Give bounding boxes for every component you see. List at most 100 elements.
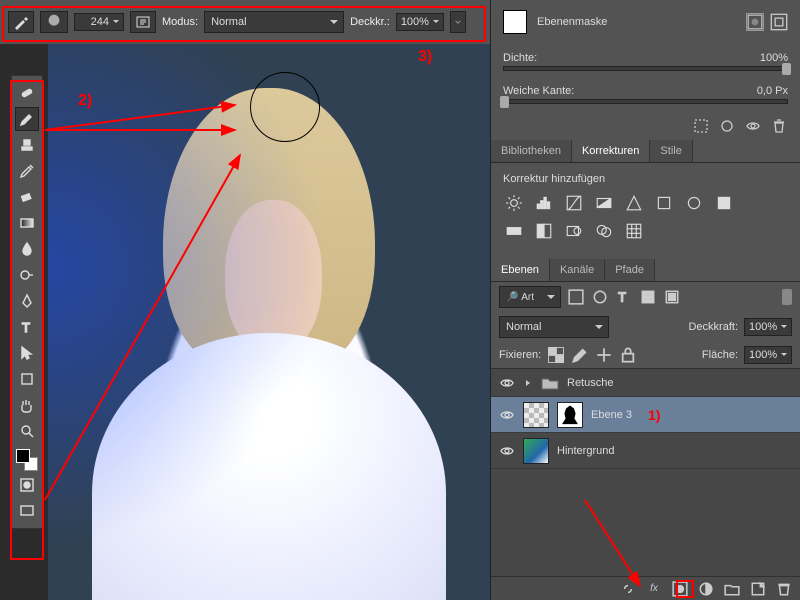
eraser-tool[interactable] <box>15 185 39 209</box>
new-group-icon[interactable] <box>724 581 740 597</box>
adj-curves-icon[interactable] <box>563 193 585 213</box>
brush-panel-toggle[interactable] <box>130 11 156 33</box>
lock-transparent-icon[interactable] <box>547 347 565 363</box>
adj-exposure-icon[interactable] <box>593 193 615 213</box>
quickmask-toggle[interactable] <box>15 473 39 497</box>
mask-thumb[interactable] <box>503 10 527 34</box>
shape-tool[interactable] <box>15 367 39 391</box>
lock-position-icon[interactable] <box>595 347 613 363</box>
mask-type-label: Ebenenmaske <box>537 16 607 28</box>
load-selection-icon[interactable] <box>692 118 710 134</box>
layer-thumb[interactable] <box>523 438 549 464</box>
blur-tool[interactable] <box>15 237 39 261</box>
filter-type-icon[interactable]: T <box>615 289 633 305</box>
pen-tool[interactable] <box>15 289 39 313</box>
fill-field[interactable]: 100% <box>744 346 792 364</box>
opacity-dropdown[interactable] <box>450 11 466 33</box>
filter-adjust-icon[interactable] <box>591 289 609 305</box>
gradient-tool[interactable] <box>15 211 39 235</box>
brush-size-field[interactable]: 244 <box>74 13 124 31</box>
opacity-label: Deckkr.: <box>350 16 390 28</box>
annotation-label-1: 1) <box>648 407 660 423</box>
stamp-tool[interactable] <box>15 133 39 157</box>
vector-mask-button[interactable] <box>770 13 788 31</box>
delete-layer-icon[interactable] <box>776 581 792 597</box>
history-brush-tool[interactable] <box>15 159 39 183</box>
new-adjustment-icon[interactable] <box>698 581 714 597</box>
brush-cursor <box>250 72 320 142</box>
tab-pfade[interactable]: Pfade <box>605 259 655 281</box>
layer-mask-thumb[interactable] <box>557 402 583 428</box>
lock-all-icon[interactable] <box>619 347 637 363</box>
tab-kanaele[interactable]: Kanäle <box>550 259 605 281</box>
tool-preset-button[interactable] <box>8 11 34 33</box>
toggle-mask-icon[interactable] <box>744 118 762 134</box>
opacity-field[interactable]: 100% <box>396 13 444 31</box>
layer-name[interactable]: Retusche <box>567 377 613 389</box>
folder-icon <box>541 376 559 390</box>
color-swatch[interactable] <box>16 449 38 471</box>
filter-pixel-icon[interactable] <box>567 289 585 305</box>
layer-group-row[interactable]: Retusche <box>491 369 800 397</box>
layer-list: Retusche Ebene 3 1) Hintergrund <box>491 368 800 576</box>
filter-toggle[interactable] <box>782 289 792 305</box>
adj-levels-icon[interactable] <box>533 193 555 213</box>
dodge-tool[interactable] <box>15 263 39 287</box>
screenmode-toggle[interactable] <box>15 499 39 523</box>
mode-label: Modus: <box>162 16 198 28</box>
type-tool[interactable]: T <box>15 315 39 339</box>
heal-tool[interactable] <box>15 81 39 105</box>
layer-blend-dropdown[interactable]: Normal <box>499 316 609 338</box>
layer-row-selected[interactable]: Ebene 3 1) <box>491 397 800 433</box>
filter-smart-icon[interactable] <box>663 289 681 305</box>
blend-mode-dropdown[interactable]: Normal <box>204 11 344 33</box>
brush-tool[interactable] <box>15 107 39 131</box>
visibility-toggle[interactable] <box>499 443 515 459</box>
options-bar: 244 Modus: Normal Deckkr.: 100% <box>0 0 490 44</box>
tab-ebenen[interactable]: Ebenen <box>491 259 550 281</box>
tab-korrekturen[interactable]: Korrekturen <box>572 140 650 162</box>
layer-opacity-field[interactable]: 100% <box>744 318 792 336</box>
adj-other2-icon[interactable] <box>683 193 705 213</box>
layer-thumb[interactable] <box>523 402 549 428</box>
visibility-toggle[interactable] <box>499 407 515 423</box>
adj-other3-icon[interactable] <box>713 193 735 213</box>
expand-icon[interactable] <box>523 378 533 388</box>
filter-shape-icon[interactable] <box>639 289 657 305</box>
adj-lut-icon[interactable] <box>623 221 645 241</box>
layer-filter-kind[interactable]: 🔎 Art <box>499 286 561 308</box>
adj-vibrance-icon[interactable] <box>623 193 645 213</box>
adjustments-panel: Korrektur hinzufügen <box>491 163 800 259</box>
adj-brightness-icon[interactable] <box>503 193 525 213</box>
panel-tabs-layers: Ebenen Kanäle Pfade <box>491 259 800 282</box>
fx-icon[interactable]: fx <box>646 581 662 597</box>
new-layer-icon[interactable] <box>750 581 766 597</box>
annotation-label-3: 3) <box>418 48 432 66</box>
fill-label: Fläche: <box>702 349 738 361</box>
adj-bw-icon[interactable] <box>533 221 555 241</box>
density-label: Dichte: <box>503 52 537 64</box>
brush-preview[interactable] <box>40 11 68 33</box>
delete-mask-icon[interactable] <box>770 118 788 134</box>
layer-name[interactable]: Hintergrund <box>557 445 614 457</box>
lock-image-icon[interactable] <box>571 347 589 363</box>
layer-name[interactable]: Ebene 3 <box>591 409 632 421</box>
path-select-tool[interactable] <box>15 341 39 365</box>
zoom-tool[interactable] <box>15 419 39 443</box>
adj-hue-icon[interactable] <box>503 221 525 241</box>
hand-tool[interactable] <box>15 393 39 417</box>
density-slider[interactable] <box>503 66 788 71</box>
adj-other1-icon[interactable] <box>653 193 675 213</box>
layer-row[interactable]: Hintergrund <box>491 433 800 469</box>
visibility-toggle[interactable] <box>499 375 515 391</box>
feather-value[interactable]: 0,0 Px <box>757 85 788 97</box>
tab-bibliotheken[interactable]: Bibliotheken <box>491 140 572 162</box>
tab-stile[interactable]: Stile <box>650 140 692 162</box>
adj-photo-filter-icon[interactable] <box>563 221 585 241</box>
adj-mixer-icon[interactable] <box>593 221 615 241</box>
feather-slider[interactable] <box>503 99 788 104</box>
pixel-mask-button[interactable] <box>746 13 764 31</box>
add-mask-icon[interactable] <box>672 581 688 597</box>
link-layers-icon[interactable] <box>620 581 636 597</box>
apply-mask-icon[interactable] <box>718 118 736 134</box>
